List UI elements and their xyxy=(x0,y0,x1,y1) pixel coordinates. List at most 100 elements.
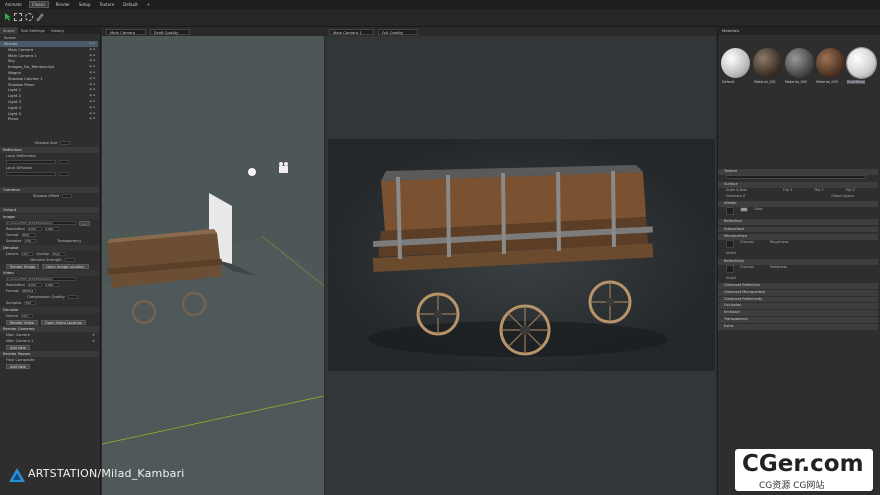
camera-select[interactable]: Main Camera xyxy=(106,28,146,35)
select-arrow-icon[interactable] xyxy=(4,13,12,21)
texture-select[interactable] xyxy=(726,174,866,180)
tab-history[interactable]: History xyxy=(48,27,68,34)
tree-root-label: Scene xyxy=(4,35,16,40)
microsurface-map-slot[interactable] xyxy=(726,240,734,249)
flip-y-label[interactable]: Flip Y xyxy=(814,188,823,194)
object-space-label[interactable]: Object Space xyxy=(831,194,853,200)
invert-row-2[interactable]: Invert xyxy=(718,276,878,282)
shadow-size-label: Shadow Size xyxy=(34,141,58,145)
device-label: Device xyxy=(6,252,19,256)
menu-render[interactable]: Render xyxy=(54,2,72,7)
material-swatch[interactable] xyxy=(785,48,814,78)
add-pass-button[interactable]: Add New xyxy=(6,363,30,369)
camera-select[interactable]: Main Camera 1 xyxy=(329,28,374,35)
viewport-right[interactable]: Main Camera 1 Full Quality xyxy=(325,27,716,495)
denoise-strength-field[interactable] xyxy=(64,257,75,263)
tree-item-plane[interactable]: Plane ◉ ▪ xyxy=(0,116,98,122)
video-resolution-height-field[interactable]: 1080 xyxy=(44,282,59,288)
camera-name: Main Camera 1 xyxy=(6,339,34,343)
section-label: Clearcoat Microsurface xyxy=(724,289,766,294)
compression-quality-field[interactable] xyxy=(67,294,78,300)
viewport-left[interactable]: Main Camera Draft Quality xyxy=(102,27,324,495)
device-select[interactable]: CPU xyxy=(21,251,34,257)
video-samples-field[interactable]: 256 xyxy=(24,300,37,306)
material-swatch-selected[interactable] xyxy=(846,47,877,79)
shadow-offset-field[interactable] xyxy=(62,193,73,199)
viewport-right-header: Main Camera 1 Full Quality xyxy=(325,27,716,36)
tab-tool-settings[interactable]: Tool Settings xyxy=(18,27,48,34)
invert-row[interactable]: Invert xyxy=(718,251,878,257)
menu-default[interactable]: Default xyxy=(121,2,140,7)
local-reflections-slider[interactable] xyxy=(6,159,56,165)
section-label: Clearcoat Reflectivity xyxy=(724,296,763,301)
menu-classic[interactable]: Classic xyxy=(28,1,49,8)
material-swatch[interactable] xyxy=(721,48,750,78)
video-device-select[interactable]: CPU xyxy=(21,313,34,319)
artstation-logo-icon xyxy=(8,467,26,484)
remove-camera-icon[interactable]: ✕ xyxy=(92,338,95,344)
section-transparency[interactable]: Transparency xyxy=(718,317,878,323)
reflectivity-map-slot[interactable] xyxy=(726,264,734,273)
format-select[interactable]: PNG xyxy=(21,232,36,238)
local-diffusion-slider[interactable] xyxy=(6,171,56,177)
resolution-width-field[interactable]: 1920 xyxy=(27,226,42,232)
section-emission[interactable]: Emission xyxy=(718,310,878,317)
marquee-select-icon[interactable] xyxy=(14,13,22,21)
browse-button[interactable]: ... xyxy=(79,220,91,226)
samples-row: Samples 256 Transparency xyxy=(0,238,99,244)
lasso-select-icon[interactable] xyxy=(25,13,33,21)
add-camera-row: Add New xyxy=(0,344,99,350)
output-section[interactable]: Output xyxy=(0,207,99,213)
section-reflection[interactable]: Reflection xyxy=(718,218,878,225)
samples-field[interactable]: 256 xyxy=(24,238,37,244)
albedo-color-swatch[interactable] xyxy=(740,206,748,212)
section-label: Occlusion xyxy=(724,303,742,308)
material-swatch[interactable] xyxy=(816,48,845,78)
image-path-field[interactable]: C:/Users/FXM_Kt3456/Desktop xyxy=(6,220,76,226)
texture-row xyxy=(718,174,878,181)
render-image-button[interactable]: Render Image xyxy=(6,263,40,269)
menu-animate[interactable]: Animate xyxy=(3,2,24,7)
video-device-label: Device xyxy=(6,314,19,318)
materials-title: Materials xyxy=(718,27,880,35)
video-path-field[interactable]: C:/Users/FXM_Kt3456/Desktop xyxy=(6,276,76,282)
section-label: Extra xyxy=(724,323,734,328)
tree-root[interactable]: Scene xyxy=(0,35,98,41)
shadow-size-field[interactable] xyxy=(60,140,71,146)
section-clearcoat-reflectivity[interactable]: Clearcoat Reflectivity xyxy=(718,296,878,303)
local-diffusion-value[interactable] xyxy=(59,171,69,177)
video-resolution-width-field[interactable]: 1920 xyxy=(27,282,42,288)
section-extra[interactable]: Extra xyxy=(718,323,878,330)
resolution-height-field[interactable]: 1080 xyxy=(44,226,59,232)
paint-select-icon[interactable] xyxy=(36,13,44,22)
video-buttons-row: Render Video Open Video Location xyxy=(0,319,99,325)
tab-scene[interactable]: Scene xyxy=(0,27,18,34)
flip-x-label[interactable]: Flip X xyxy=(783,188,792,194)
invert-label: Invert xyxy=(726,275,736,280)
quality-select[interactable]: Full Quality xyxy=(378,28,418,35)
open-image-location-button[interactable]: Open Image Location xyxy=(42,263,89,269)
local-reflections-value[interactable] xyxy=(59,159,69,165)
albedo-map-slot[interactable] xyxy=(726,206,734,215)
generate-z-label[interactable]: Generate Z xyxy=(726,194,745,200)
add-camera-button[interactable]: Add New xyxy=(6,344,30,350)
cger-watermark: CGer.com CG资源 CG网站 xyxy=(735,449,873,491)
section-subsurface[interactable]: Subsurface xyxy=(718,226,878,233)
section-occlusion[interactable]: Occlusion xyxy=(718,303,878,310)
section-clearcoat-reflection[interactable]: Clearcoat Reflection xyxy=(718,283,878,289)
quality-select[interactable]: High xyxy=(52,251,67,257)
visibility-icon[interactable]: ◉ ▪ xyxy=(89,116,95,122)
quality-select[interactable]: Draft Quality xyxy=(150,28,190,35)
shadow-offset-label: Shadow Offset xyxy=(32,194,60,198)
menu-add[interactable]: + xyxy=(145,2,152,7)
material-label: Material_003 xyxy=(816,80,838,84)
open-video-location-button[interactable]: Open Video Location xyxy=(41,319,87,325)
menu-texture[interactable]: Texture xyxy=(98,2,117,7)
menu-setup[interactable]: Setup xyxy=(77,2,93,7)
render-video-button[interactable]: Render Video xyxy=(6,319,39,325)
section-label: Emission xyxy=(724,310,740,315)
video-format-select[interactable]: MPEG4 xyxy=(21,288,36,294)
material-swatch[interactable] xyxy=(753,48,782,78)
section-clearcoat-microsurface[interactable]: Clearcoat Microsurface xyxy=(718,289,878,296)
material-properties: Texture Surface Scale & Bias Flip X Flip Y… xyxy=(718,167,878,330)
